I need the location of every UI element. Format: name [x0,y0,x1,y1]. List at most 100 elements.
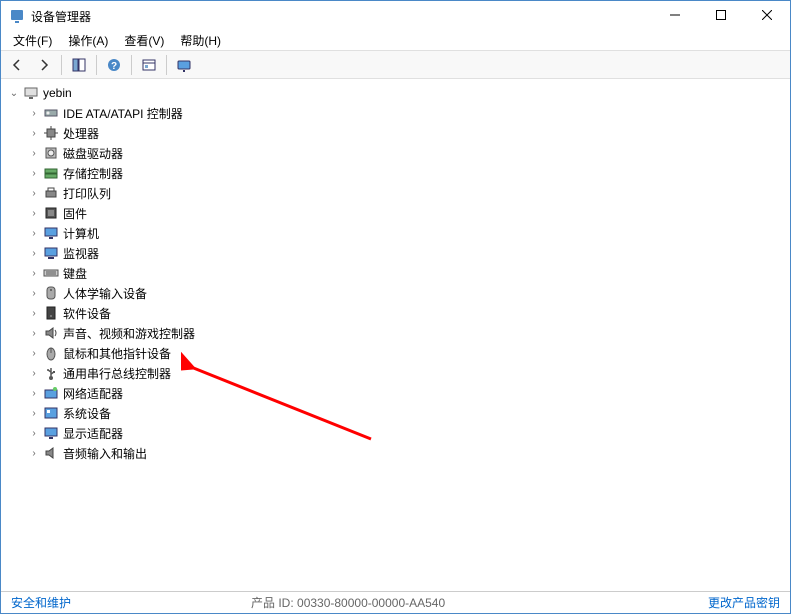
tree-node[interactable]: › 声音、视频和游戏控制器 [3,323,788,343]
properties-button[interactable] [137,53,161,77]
show-hide-tree-button[interactable] [67,53,91,77]
mouse-icon [43,345,59,361]
tree-node[interactable]: › 系统设备 [3,403,788,423]
ide-icon [43,105,59,121]
back-button[interactable] [5,53,29,77]
computer-icon [43,225,59,241]
tree-node[interactable]: › 磁盘驱动器 [3,143,788,163]
tree-node-label: 鼠标和其他指针设备 [63,345,171,362]
monitor-icon [43,245,59,261]
device-manager-window: 设备管理器 文件(F) 操作(A) 查看(V) 帮助(H) ? ⌄ yebin … [0,0,791,614]
toolbar-separator [61,55,62,75]
menu-file[interactable]: 文件(F) [5,30,60,51]
tree-node-label: 键盘 [63,265,87,282]
software-icon [43,305,59,321]
tree-node-label: 磁盘驱动器 [63,145,123,162]
tree-node-label: 打印队列 [63,185,111,202]
tree-root-label: yebin [43,86,72,100]
svg-text:?: ? [111,61,117,72]
tree-node[interactable]: › 软件设备 [3,303,788,323]
tree-node-label: 处理器 [63,125,99,142]
chevron-right-icon[interactable]: › [27,286,41,300]
chevron-right-icon[interactable]: › [27,106,41,120]
scan-hardware-button[interactable] [172,53,196,77]
chevron-right-icon[interactable]: › [27,126,41,140]
help-button[interactable]: ? [102,53,126,77]
app-icon [9,8,25,24]
chevron-right-icon[interactable]: › [27,206,41,220]
display-icon [43,425,59,441]
tree-node[interactable]: › 打印队列 [3,183,788,203]
tree-node[interactable]: › 人体学输入设备 [3,283,788,303]
storage-icon [43,165,59,181]
keyboard-icon [43,265,59,281]
tree-node[interactable]: › 通用串行总线控制器 [3,363,788,383]
tree-node[interactable]: › 存储控制器 [3,163,788,183]
tree-node[interactable]: › 监视器 [3,243,788,263]
chevron-right-icon[interactable]: › [27,166,41,180]
minimize-button[interactable] [652,1,698,29]
tree-node-label: 声音、视频和游戏控制器 [63,325,195,342]
footer-change-key-link[interactable]: 更改产品密钥 [708,594,780,611]
chevron-right-icon[interactable]: › [27,226,41,240]
footer-product-id: 产品 ID: 00330-80000-00000-AA540 [71,594,708,611]
chevron-right-icon[interactable]: › [27,186,41,200]
forward-button[interactable] [32,53,56,77]
tree-node[interactable]: ›网络适配器 [3,383,788,403]
tree-root-node[interactable]: ⌄ yebin [3,83,788,103]
tree-node[interactable]: › 显示适配器 [3,423,788,443]
usb-icon [43,365,59,381]
toolbar-separator [166,55,167,75]
tree-node[interactable]: › IDE ATA/ATAPI 控制器 [3,103,788,123]
chevron-right-icon[interactable]: › [27,406,41,420]
chevron-right-icon[interactable]: › [27,266,41,280]
chevron-right-icon[interactable]: › [27,146,41,160]
tree-node-label: 存储控制器 [63,165,123,182]
device-tree[interactable]: ⌄ yebin › IDE ATA/ATAPI 控制器 › 处理器 › 磁盘驱动器 › 存储控… [1,79,790,591]
tree-node[interactable]: › 鼠标和其他指针设备 [3,343,788,363]
toolbar: ? [1,51,790,79]
chevron-right-icon[interactable]: › [27,386,41,400]
chevron-right-icon[interactable]: › [27,366,41,380]
hid-icon [43,285,59,301]
disk-icon [43,145,59,161]
toolbar-separator [131,55,132,75]
titlebar: 设备管理器 [1,1,790,31]
network-icon [43,385,59,401]
tree-node-label: 系统设备 [63,405,111,422]
tree-node-label: 音频输入和输出 [63,445,147,462]
tree-node[interactable]: ›计算机 [3,223,788,243]
menu-view[interactable]: 查看(V) [116,30,172,51]
close-button[interactable] [744,1,790,29]
window-title: 设备管理器 [31,8,652,25]
printer-icon [43,185,59,201]
tree-node[interactable]: › 音频输入和输出 [3,443,788,463]
sound-icon [43,325,59,341]
tree-node-label: IDE ATA/ATAPI 控制器 [63,105,183,122]
chevron-right-icon[interactable]: › [27,306,41,320]
menu-action[interactable]: 操作(A) [60,30,116,51]
footer-security-link[interactable]: 安全和维护 [11,594,71,611]
tree-node[interactable]: › 处理器 [3,123,788,143]
toolbar-separator [96,55,97,75]
firmware-icon [43,205,59,221]
tree-node[interactable]: › 键盘 [3,263,788,283]
expand-icon[interactable]: ⌄ [7,86,21,100]
chevron-right-icon[interactable]: › [27,326,41,340]
chevron-right-icon[interactable]: › [27,446,41,460]
tree-node-label: 监视器 [63,245,99,262]
maximize-button[interactable] [698,1,744,29]
tree-node[interactable]: › 固件 [3,203,788,223]
tree-node-label: 固件 [63,205,87,222]
tree-node-label: 人体学输入设备 [63,285,147,302]
tree-node-label: 显示适配器 [63,425,123,442]
window-controls [652,1,790,31]
chevron-right-icon[interactable]: › [27,346,41,360]
computer-icon [23,85,39,101]
chevron-right-icon[interactable]: › [27,246,41,260]
audio-icon [43,445,59,461]
chevron-right-icon[interactable]: › [27,426,41,440]
menu-help[interactable]: 帮助(H) [172,30,229,51]
tree-node-label: 通用串行总线控制器 [63,365,171,382]
tree-node-label: 软件设备 [63,305,111,322]
